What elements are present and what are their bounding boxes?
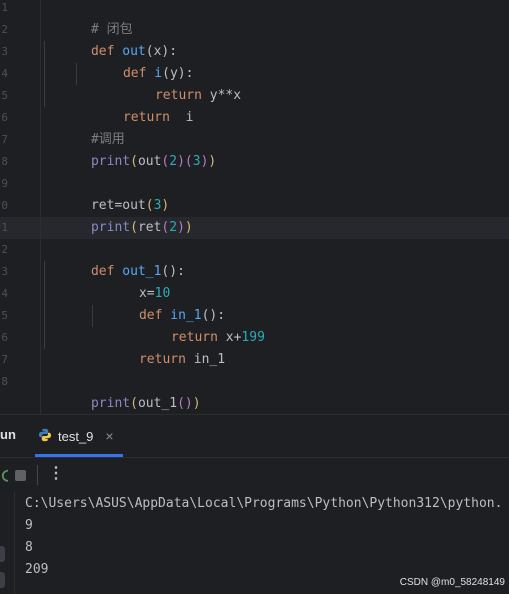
- toolbar-divider: [37, 465, 38, 485]
- keyword: return: [122, 110, 170, 125]
- line-number: 7: [1, 133, 8, 146]
- run-panel-title: un: [0, 427, 16, 442]
- rerun-icon[interactable]: [0, 468, 8, 482]
- code-line-14: def in_1():: [92, 283, 225, 323]
- call-name: out_1: [137, 396, 178, 411]
- paren: (: [130, 396, 138, 411]
- code-line-5: return i: [76, 85, 193, 125]
- line-number: 4: [1, 67, 8, 80]
- number: 2: [169, 154, 178, 169]
- code-line-18: print(out_1()): [44, 371, 201, 411]
- line-number: 2: [1, 23, 8, 36]
- line-number: 0: [1, 199, 8, 212]
- expression: y**x: [209, 88, 242, 103]
- watermark: CSDN @m0_58248149: [399, 577, 505, 588]
- close-icon[interactable]: ×: [105, 428, 113, 444]
- line-number: 1: [1, 1, 8, 14]
- console-output-line: 9: [25, 518, 33, 533]
- number: 3: [192, 154, 201, 169]
- more-icon[interactable]: ⋮: [48, 463, 64, 483]
- python-file-icon: [38, 427, 52, 446]
- console-command-line: C:\Users\ASUS\AppData\Local\Programs\Pyt…: [25, 496, 503, 511]
- run-tool-window: un test_9 × ⋮ C:\Users\ASUS\AppData\Loca…: [0, 414, 509, 594]
- code-line-6: #调用: [44, 107, 125, 147]
- code-line-10: print(ret(2)): [44, 195, 193, 235]
- code-line-7: print(out(2)(3)): [44, 129, 216, 169]
- code-line-15: return x+199: [124, 305, 265, 345]
- code-line-4: return y**x: [108, 63, 241, 103]
- run-toolbar: ⋮: [0, 457, 509, 492]
- run-tab-label: test_9: [58, 428, 94, 444]
- line-number: 8: [1, 375, 8, 388]
- code-line-1: # 闭包: [44, 0, 133, 37]
- paren: ): [208, 154, 217, 169]
- line-number: 3: [1, 45, 8, 58]
- code-line-3: def i(y):: [76, 41, 193, 81]
- paren: (: [130, 220, 138, 235]
- paren: ): [177, 220, 185, 235]
- call-name: out: [137, 154, 162, 169]
- paren: (): [177, 396, 193, 411]
- line-number: 6: [1, 331, 8, 344]
- code-line-16: return in_1: [92, 327, 225, 367]
- code-line-13: x=10: [92, 261, 170, 301]
- keyword: return: [138, 352, 186, 367]
- line-number-gutter: 1 2 3 4 5 6 7 8 9 0 1 2 3 4 5 6 7 8: [0, 0, 10, 414]
- console-output-line: 8: [25, 540, 33, 555]
- paren: ): [184, 220, 193, 235]
- line-number: 2: [1, 243, 8, 256]
- gutter-separator: [40, 0, 41, 414]
- line-number: 6: [1, 111, 8, 124]
- run-config-tab[interactable]: test_9 ×: [38, 423, 114, 449]
- code-line-2: def out(x):: [44, 19, 177, 59]
- paren: (: [184, 154, 193, 169]
- builtin-name: print: [90, 396, 131, 411]
- line-number: 3: [1, 265, 8, 278]
- line-number: 5: [1, 309, 8, 322]
- paren: ): [177, 154, 185, 169]
- number: 199: [241, 330, 265, 345]
- line-number: 1: [1, 221, 8, 234]
- number: 2: [169, 220, 178, 235]
- expression: i: [185, 110, 194, 125]
- expression: x+: [225, 330, 242, 345]
- side-action-icon[interactable]: [0, 546, 5, 562]
- line-number: 7: [1, 353, 8, 366]
- side-action-icon[interactable]: [0, 572, 5, 588]
- line-number: 4: [1, 287, 8, 300]
- call-name: ret: [137, 220, 162, 235]
- builtin-name: print: [90, 154, 131, 169]
- line-number: 9: [1, 177, 8, 190]
- code-line-12: def out_1():: [44, 239, 185, 279]
- paren: ): [192, 396, 201, 411]
- line-number: 8: [1, 155, 8, 168]
- line-number: 5: [1, 89, 8, 102]
- run-tab-bar: un test_9 ×: [0, 415, 509, 457]
- builtin-name: print: [90, 220, 131, 235]
- stop-icon[interactable]: [15, 470, 26, 481]
- code-editor[interactable]: 1 2 3 4 5 6 7 8 9 0 1 2 3 4 5 6 7 8 # 闭包: [0, 0, 509, 414]
- run-side-toolbar: [0, 492, 15, 594]
- code-line-9: ret=out(3): [44, 173, 169, 213]
- paren: (: [130, 154, 138, 169]
- expression: in_1: [193, 352, 226, 367]
- ide-window: 1 2 3 4 5 6 7 8 9 0 1 2 3 4 5 6 7 8 # 闭包: [0, 0, 509, 594]
